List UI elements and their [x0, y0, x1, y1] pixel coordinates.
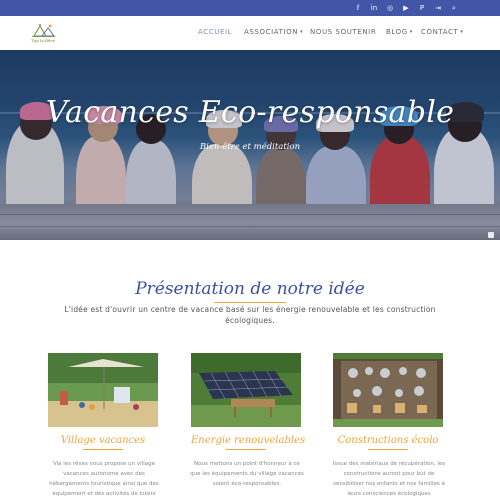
section-title: Présentation de notre idée: [135, 279, 365, 299]
nav-nous-soutenir-label: NOUS SOUTENIR: [310, 28, 377, 36]
village-photo: [48, 353, 158, 427]
card-image-constructions: [333, 353, 443, 427]
nav-accueil[interactable]: ACCUEIL: [198, 28, 232, 36]
search-icon[interactable]: ⌕: [446, 2, 462, 14]
card-title-constructions: Constructions écolo: [337, 435, 439, 446]
nav-contact[interactable]: CONTACT ▾: [421, 28, 464, 36]
nav-nous-soutenir[interactable]: NOUS SOUTENIR: [310, 28, 376, 36]
nav-association-label: ASSOCIATION: [244, 28, 299, 36]
instagram-icon[interactable]: ◎: [382, 2, 398, 14]
social-links: f in ◎ ▶ P ⇥ ⌕: [350, 2, 462, 14]
login-icon[interactable]: ⇥: [430, 2, 446, 14]
section-intro: L'idée est d'ouvrir un centre de vacance…: [64, 305, 436, 325]
top-bar: f in ◎ ▶ P ⇥ ⌕: [0, 0, 500, 16]
main-navbar: Tipi la Rêve ACCUEIL ASSOCIATION ▾ NOUS S…: [0, 16, 500, 50]
card-underline: [83, 449, 123, 450]
nav-menu: ACCUEIL ASSOCIATION ▾ NOUS SOUTENIR BLOG ▾…: [0, 16, 500, 50]
caret-down-icon: ▾: [300, 29, 304, 35]
facebook-icon[interactable]: f: [350, 2, 366, 14]
caret-down-icon: ▾: [460, 29, 464, 35]
recycled-wall-photo: [333, 353, 443, 427]
caret-down-icon: ▾: [409, 29, 413, 35]
youtube-icon[interactable]: ▶: [398, 2, 414, 14]
nav-association[interactable]: ASSOCIATION ▾: [244, 28, 303, 36]
card-text-constructions: Issue des matériaux de récupération, les…: [332, 461, 446, 497]
card-underline: [226, 449, 266, 450]
card-image-village: [48, 353, 158, 427]
card-text-village: Via les rêves vous propose un village va…: [49, 461, 159, 497]
nav-accueil-label: ACCUEIL: [198, 28, 233, 36]
card-image-solar: [191, 353, 301, 427]
hero-subtitle: Bien-être et méditation: [199, 142, 301, 152]
scroll-to-top-icon[interactable]: [488, 232, 494, 238]
card-text-energie: Nous mettons un point d'honneur à ce que…: [190, 461, 304, 487]
linkedin-icon[interactable]: in: [366, 2, 382, 14]
hero-banner: Vacances Eco-responsable Bien-être et mé…: [0, 50, 500, 240]
card-title-village: Village vacances: [60, 435, 146, 446]
title-underline: [214, 302, 286, 303]
solar-panels-photo: [191, 353, 301, 427]
card-underline: [368, 449, 408, 450]
nav-blog-label: BLOG: [386, 28, 408, 36]
card-title-energie: Energie renouvelables: [191, 435, 306, 446]
nav-blog[interactable]: BLOG ▾: [386, 28, 413, 36]
nav-contact-label: CONTACT: [421, 28, 459, 36]
pinterest-icon[interactable]: P: [414, 2, 430, 14]
hero-title: Vacances Eco-responsable: [45, 95, 455, 130]
